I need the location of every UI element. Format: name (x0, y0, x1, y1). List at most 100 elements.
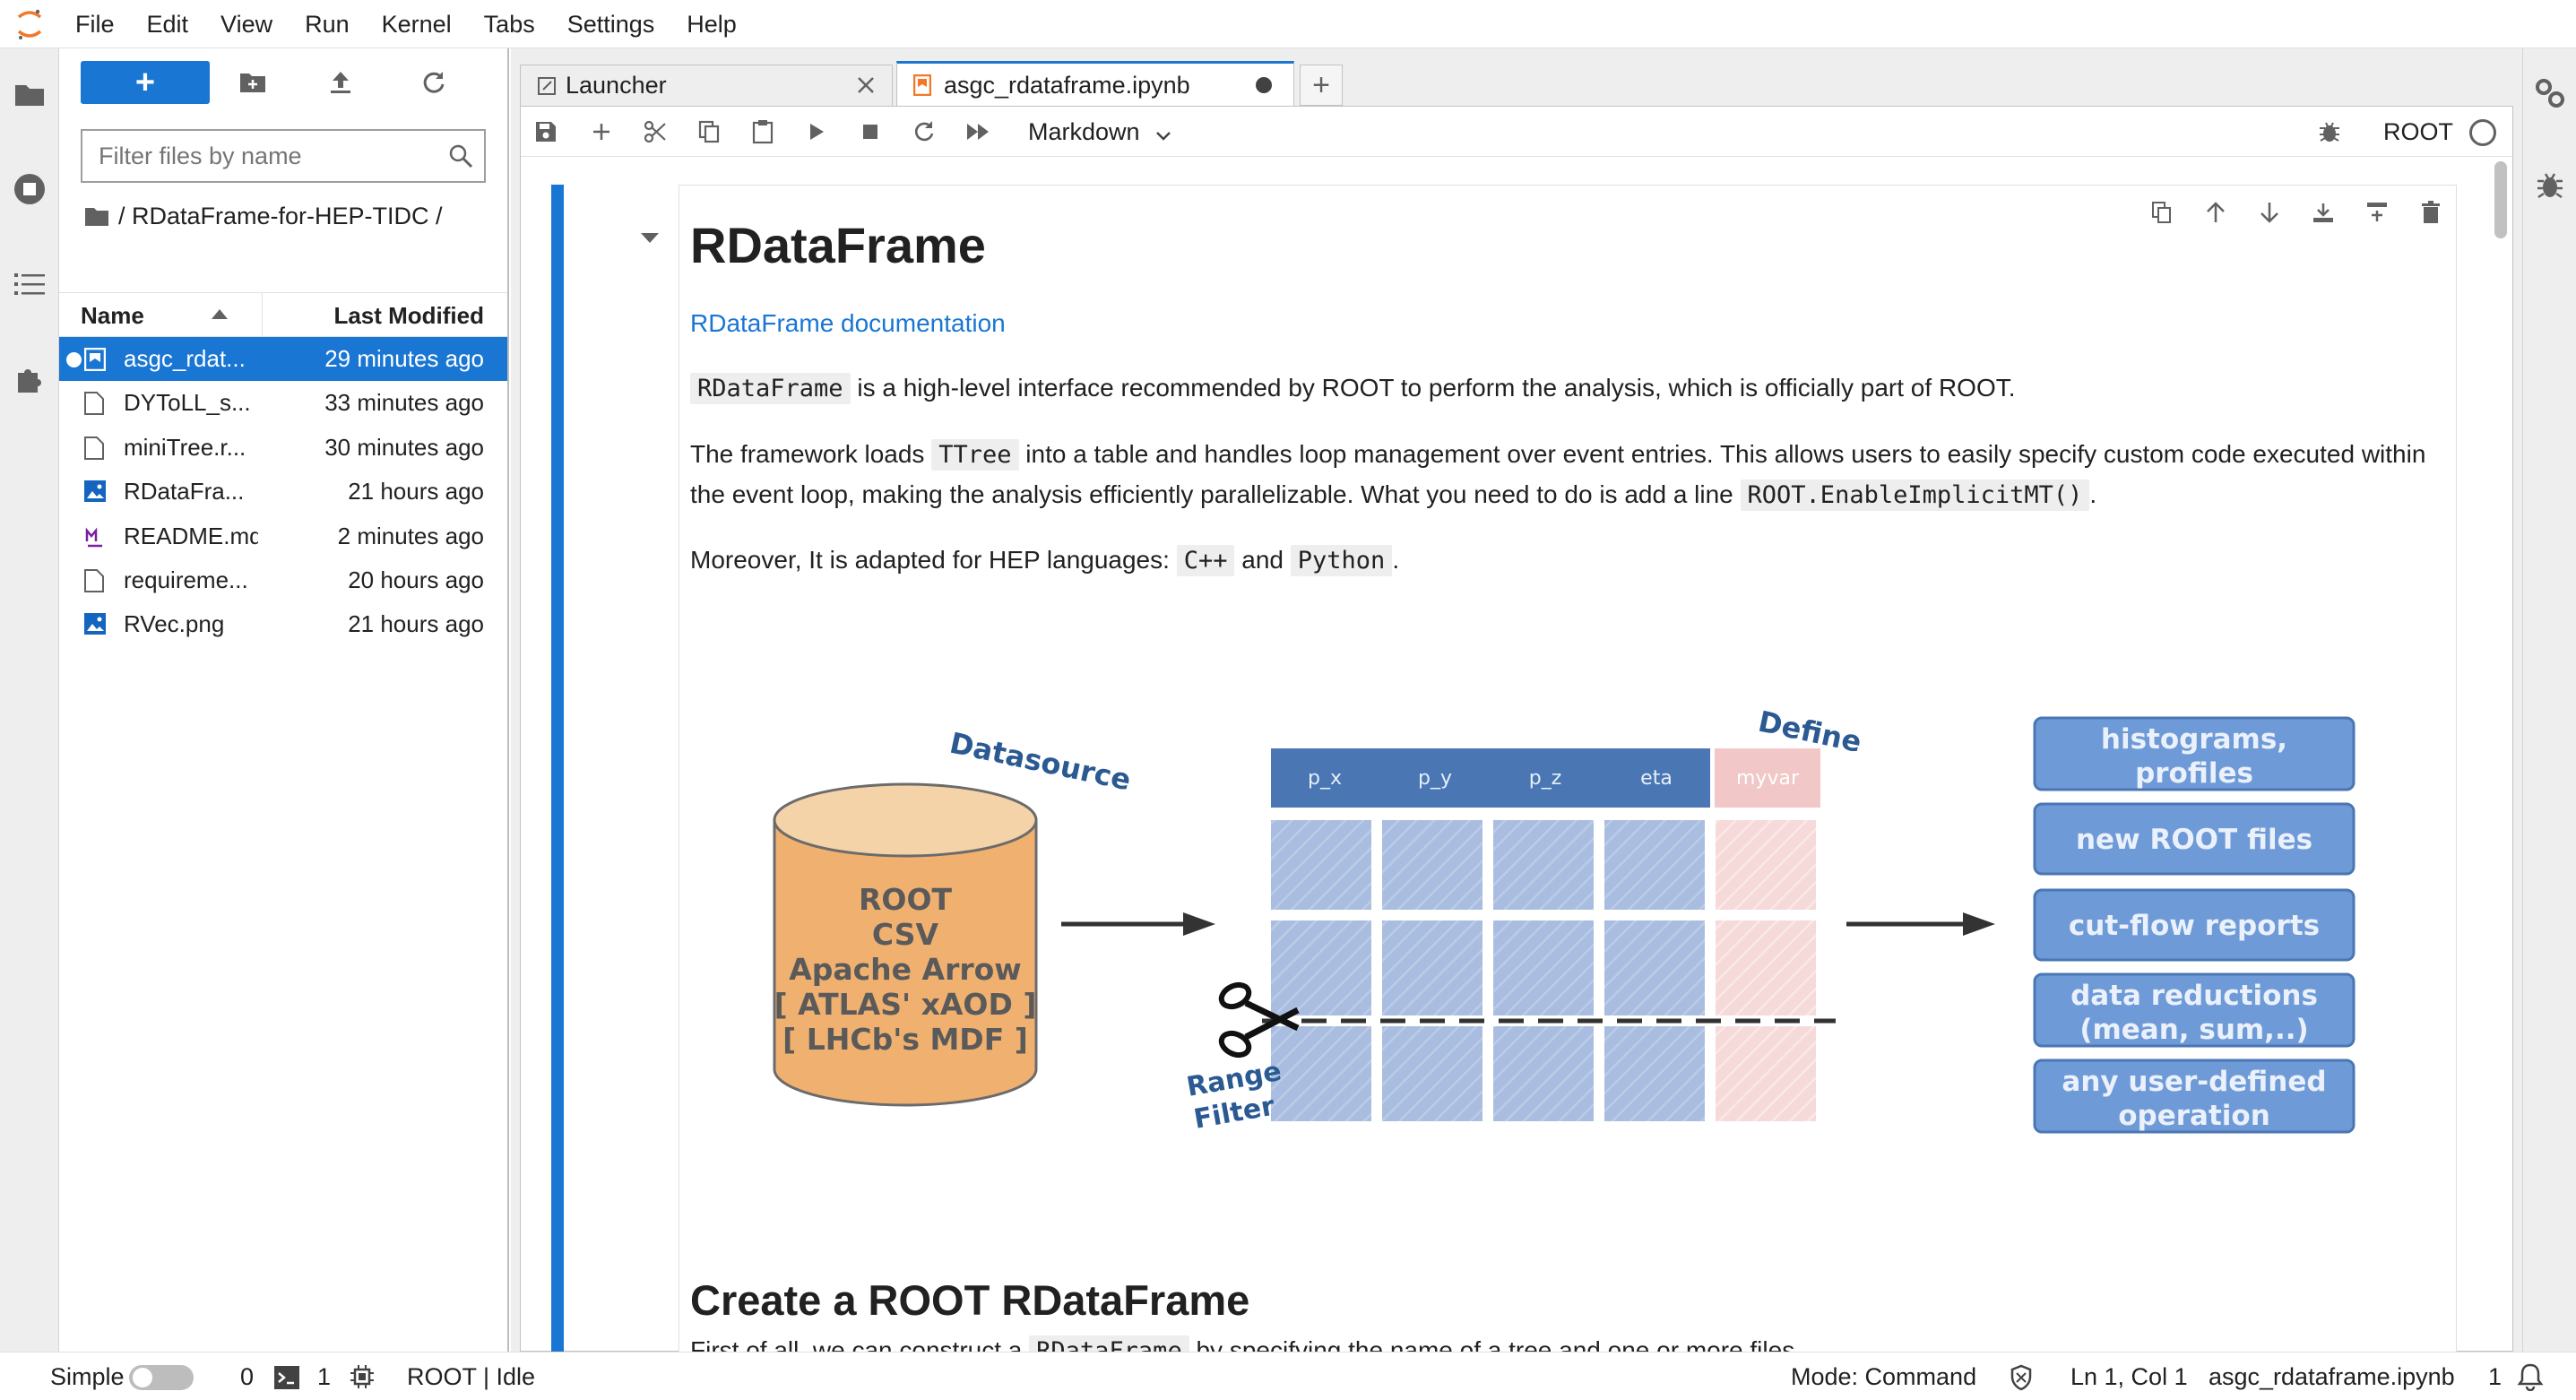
file-modified: 30 minutes ago (324, 433, 484, 461)
restart-icon[interactable] (904, 112, 944, 151)
refresh-icon[interactable] (414, 63, 454, 102)
terminal-count[interactable]: 0 (240, 1352, 254, 1400)
kernel-name[interactable]: ROOT (2383, 107, 2453, 157)
extension-manager-icon[interactable] (9, 359, 50, 400)
file-row[interactable]: RDataFra... 21 hours ago (59, 470, 507, 514)
simple-mode-label: Simple (50, 1363, 125, 1390)
paragraph-text: by specifying the name of a tree and one… (1189, 1336, 1802, 1352)
collapse-heading-icon[interactable] (641, 233, 659, 243)
menu-kernel[interactable]: Kernel (366, 0, 468, 48)
debugger-panel-icon[interactable] (2536, 170, 2564, 207)
file-row[interactable]: requireme... 20 hours ago (59, 558, 507, 602)
scrollbar[interactable] (2494, 160, 2507, 1352)
run-icon[interactable] (797, 112, 836, 151)
move-down-icon[interactable] (2250, 193, 2289, 232)
add-tab-button[interactable]: + (1300, 65, 1343, 106)
file-modified: 29 minutes ago (324, 345, 484, 372)
fast-forward-icon[interactable] (958, 112, 998, 151)
notification-count[interactable]: 1 (2488, 1352, 2502, 1400)
cell-type-select[interactable]: Markdown (1028, 107, 1171, 157)
column-name-header[interactable]: Name (81, 293, 144, 338)
menu-file[interactable]: File (59, 0, 131, 48)
close-icon[interactable] (856, 75, 876, 95)
menu-run[interactable]: Run (289, 0, 366, 48)
column-last-modified-header[interactable]: Last Modified (333, 293, 484, 338)
cpu-icon (350, 1364, 375, 1396)
file-browser: + / RDataFrame-for-HEP-TIDC / Name Last … (59, 48, 509, 1352)
column-divider (262, 293, 263, 338)
file-row[interactable]: asgc_rdat... 29 minutes ago (59, 337, 507, 382)
insert-cell-icon[interactable] (582, 112, 621, 151)
cursor-position[interactable]: Ln 1, Col 1 (2070, 1352, 2188, 1400)
duplicate-cell-icon[interactable] (2142, 193, 2182, 232)
cylinder-text: [ LHCb's MDF ] (782, 1022, 1028, 1057)
file-list-header: Name Last Modified (59, 292, 507, 338)
cell-type-value: Markdown (1028, 118, 1140, 145)
left-activity-bar (0, 48, 59, 1352)
paragraph: First of all, we can construct a RDataFr… (690, 1331, 2447, 1352)
insert-above-icon[interactable] (2304, 193, 2343, 232)
file-modified: 20 hours ago (348, 566, 484, 593)
cell-collapser[interactable] (551, 185, 564, 1352)
documentation-link[interactable]: RDataFrame documentation (690, 309, 1006, 337)
column-label: myvar (1736, 767, 1800, 790)
property-inspector-icon[interactable] (2534, 77, 2566, 116)
simple-mode-toggle[interactable] (129, 1365, 194, 1390)
table-of-contents-icon[interactable] (9, 264, 50, 305)
running-sessions-icon[interactable] (9, 169, 50, 210)
upload-icon[interactable] (321, 63, 360, 102)
paragraph: Moreover, It is adapted for HEP language… (690, 540, 2447, 581)
notebook-toolbar: Markdown ROOT (521, 107, 2512, 157)
inline-code: TTree (931, 439, 1019, 471)
tab-asgc-rdataframe[interactable]: asgc_rdataframe.ipynb (896, 61, 1294, 107)
file-name: RDataFra... (124, 478, 245, 506)
main-area: Launcher asgc_rdataframe.ipynb + Markdow… (511, 48, 2522, 1352)
stop-icon[interactable] (851, 112, 890, 151)
notebook-icon (913, 74, 931, 96)
status-bar: Simple 0 1 ROOT | Idle Mode: Command Ln … (0, 1352, 2576, 1400)
paragraph: RDataFrame is a high-level interface rec… (690, 368, 2447, 409)
trusted-shield-icon[interactable] (2010, 1364, 2033, 1397)
column-label: eta (1640, 767, 1673, 790)
folder-icon[interactable] (9, 73, 50, 115)
file-row[interactable]: miniTree.r... 30 minutes ago (59, 426, 507, 470)
save-icon[interactable] (526, 112, 566, 151)
insert-below-icon[interactable] (2357, 193, 2397, 232)
kernel-count[interactable]: 1 (317, 1352, 331, 1400)
menu-settings[interactable]: Settings (551, 0, 671, 48)
menu-edit[interactable]: Edit (131, 0, 205, 48)
cut-icon[interactable] (635, 112, 675, 151)
tab-label: Launcher (566, 72, 667, 99)
file-row[interactable]: README.md 2 minutes ago (59, 514, 507, 558)
image-icon (84, 480, 106, 504)
delete-cell-icon[interactable] (2411, 193, 2451, 232)
file-row[interactable]: DYToLL_s... 33 minutes ago (59, 381, 507, 425)
inline-code: C++ (1176, 545, 1235, 576)
scrollbar-thumb[interactable] (2494, 161, 2507, 238)
status-filename: asgc_rdataframe.ipynb (2209, 1363, 2455, 1390)
unsaved-dot-icon[interactable] (1256, 77, 1272, 93)
paste-icon[interactable] (743, 112, 782, 151)
file-icon (84, 392, 106, 416)
file-name: RVec.png (124, 610, 225, 638)
notebook-icon (83, 347, 107, 372)
new-launcher-button[interactable]: + (81, 61, 210, 104)
notebook-cells: RDataFrame RDataFrame documentation RDat… (521, 158, 2512, 1352)
file-row[interactable]: RVec.png 21 hours ago (59, 602, 507, 646)
new-folder-icon[interactable] (233, 63, 272, 102)
paragraph-text: First of all, we can construct a (690, 1336, 1030, 1352)
markdown-cell[interactable]: RDataFrame RDataFrame documentation RDat… (679, 185, 2457, 1352)
toggle-knob (133, 1368, 152, 1387)
menu-view[interactable]: View (204, 0, 289, 48)
copy-icon[interactable] (689, 112, 729, 151)
tab-launcher[interactable]: Launcher (520, 65, 893, 106)
debugger-icon[interactable] (2310, 112, 2349, 151)
menu-tabs[interactable]: Tabs (468, 0, 551, 48)
menu-help[interactable]: Help (670, 0, 753, 48)
breadcrumb-path[interactable]: / RDataFrame-for-HEP-TIDC / (118, 203, 443, 230)
move-up-icon[interactable] (2196, 193, 2235, 232)
home-folder-icon[interactable] (84, 205, 109, 227)
bell-icon[interactable] (2517, 1362, 2544, 1397)
kernel-status-text[interactable]: ROOT | Idle (407, 1352, 535, 1400)
filter-files-input[interactable] (82, 142, 432, 170)
